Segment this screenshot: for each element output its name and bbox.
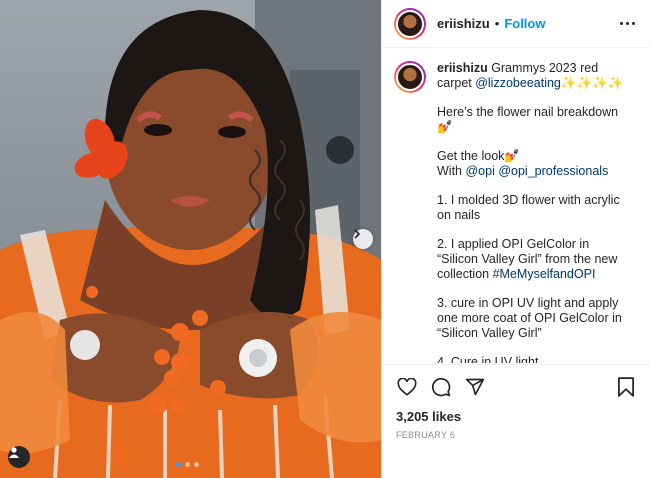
more-options-icon[interactable] — [620, 22, 635, 25]
photo-illustration — [0, 0, 381, 478]
chevron-right-icon — [354, 229, 361, 239]
comment-button[interactable] — [430, 376, 452, 398]
post-side-panel: eriishizu • Follow eriishizu Grammys 202… — [381, 0, 650, 478]
mention-lizzobeeating[interactable]: @lizzobeeating — [475, 76, 561, 90]
caption: eriishizu Grammys 2023 red carpet @lizzo… — [394, 61, 639, 363]
comments-area[interactable]: eriishizu Grammys 2023 red carpet @lizzo… — [382, 49, 650, 363]
carousel-indicator — [176, 462, 199, 467]
post-photo[interactable] — [0, 0, 381, 478]
header-separator: • — [494, 16, 500, 31]
author-avatar[interactable] — [394, 7, 426, 40]
user-tag-icon — [9, 447, 19, 458]
share-icon — [465, 378, 485, 395]
like-button[interactable] — [396, 376, 418, 398]
save-button[interactable] — [615, 376, 637, 398]
bookmark-icon — [618, 376, 634, 397]
caption-breakdown: Here’s the flower nail breakdown — [437, 105, 619, 119]
caption-step1: 1. I molded 3D flower with acrylic on na… — [437, 193, 620, 222]
nail-polish-emoji: 💅 — [437, 120, 453, 134]
author-username[interactable]: eriishizu — [437, 16, 490, 31]
post-header: eriishizu • Follow — [382, 0, 650, 48]
share-button[interactable] — [464, 376, 486, 398]
post-date[interactable]: FEBRUARY 6 — [396, 430, 455, 440]
heart-icon — [397, 377, 417, 396]
follow-button[interactable]: Follow — [504, 16, 545, 31]
caption-step4: 4. Cure in UV light — [437, 355, 539, 363]
mention-opi[interactable]: @opi — [465, 164, 494, 178]
caption-text: eriishizu Grammys 2023 red carpet @lizzo… — [437, 61, 633, 363]
carousel-dot — [194, 462, 199, 467]
caption-step3: 3. cure in OPI UV light and apply one mo… — [437, 296, 622, 340]
likes-count[interactable]: 3,205 likes — [396, 409, 461, 424]
caption-username[interactable]: eriishizu — [437, 61, 488, 75]
carousel-next-button[interactable] — [353, 229, 373, 249]
caption-avatar[interactable] — [394, 61, 426, 93]
carousel-dot-active — [176, 462, 181, 467]
user-tag-button[interactable] — [8, 446, 30, 468]
comment-icon — [431, 377, 451, 396]
caption-getlook: Get the look — [437, 149, 505, 163]
nail-polish-emoji: 💅 — [504, 149, 520, 163]
sparkles-emoji: ✨✨✨✨ — [560, 76, 624, 90]
hashtag-memyselfandopi[interactable]: #MeMyselfandOPI — [493, 267, 596, 281]
carousel-dot — [185, 462, 190, 467]
mention-opi-professionals[interactable]: @opi_professionals — [498, 164, 608, 178]
caption-with: With — [437, 164, 466, 178]
post-actions — [382, 364, 650, 408]
